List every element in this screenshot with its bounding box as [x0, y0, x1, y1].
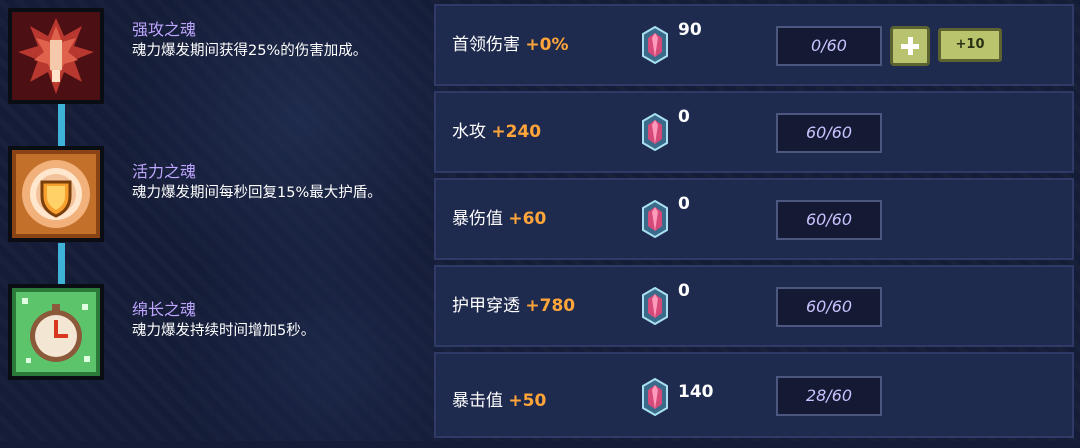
stat-row: 护甲穿透 +780 0 60/60: [434, 265, 1074, 347]
red-dragon-icon[interactable]: [8, 8, 104, 104]
soul-connector: [58, 243, 65, 285]
stat-label: 暴击值 +50: [452, 391, 547, 411]
soul-crystal-icon: [642, 378, 668, 416]
stat-bonus: +780: [525, 296, 576, 316]
soul-title: 绵长之魂: [132, 300, 197, 319]
soul-title: 活力之魂: [132, 162, 197, 181]
stat-label: 暴伤值 +60: [452, 209, 547, 229]
stat-label: 水攻 +240: [452, 122, 542, 142]
soul-info: 绵长之魂 魂力爆发持续时间增加5秒。: [132, 300, 422, 342]
stat-bonus: +0%: [525, 35, 569, 55]
stat-row: 首领伤害 +0% 90 0/60 +10: [434, 4, 1074, 86]
green-clock-icon[interactable]: [8, 284, 104, 380]
crystal-count: 0: [678, 194, 690, 214]
stat-progress: 60/60: [776, 113, 882, 153]
soul-crystal-icon: [642, 287, 668, 325]
stat-progress: 60/60: [776, 287, 882, 327]
soul-crystal-icon: [642, 200, 668, 238]
soul-description: 魂力爆发期间获得25%的伤害加成。: [132, 43, 368, 59]
stat-bonus: +60: [508, 209, 547, 229]
crystal-count: 0: [678, 107, 690, 127]
stat-label: 护甲穿透 +780: [452, 296, 576, 316]
add-one-button[interactable]: [890, 26, 930, 66]
stat-row: 水攻 +240 0 60/60: [434, 91, 1074, 173]
stat-row: 暴击值 +50 140 28/60: [434, 352, 1074, 438]
stat-bonus: +50: [508, 391, 547, 411]
add-ten-button[interactable]: +10: [938, 28, 1002, 62]
crystal-count: 90: [678, 20, 702, 40]
stat-bonus: +240: [491, 122, 542, 142]
soul-info: 强攻之魂 魂力爆发期间获得25%的伤害加成。: [132, 20, 422, 62]
soul-info: 活力之魂 魂力爆发期间每秒回复15%最大护盾。: [132, 162, 422, 204]
soul-connector: [58, 104, 65, 146]
stat-progress: 60/60: [776, 200, 882, 240]
soul-title: 强攻之魂: [132, 20, 197, 39]
stat-progress: 28/60: [776, 376, 882, 416]
stat-label: 首领伤害 +0%: [452, 35, 569, 55]
crystal-count: 0: [678, 281, 690, 301]
stat-row: 暴伤值 +60 0 60/60: [434, 178, 1074, 260]
soul-crystal-icon: [642, 113, 668, 151]
stat-progress: 0/60: [776, 26, 882, 66]
soul-description: 魂力爆发期间每秒回复15%最大护盾。: [132, 185, 382, 201]
crystal-count: 140: [678, 382, 714, 402]
soul-crystal-icon: [642, 26, 668, 64]
golden-shield-icon[interactable]: [8, 146, 104, 242]
soul-description: 魂力爆发持续时间增加5秒。: [132, 323, 316, 339]
